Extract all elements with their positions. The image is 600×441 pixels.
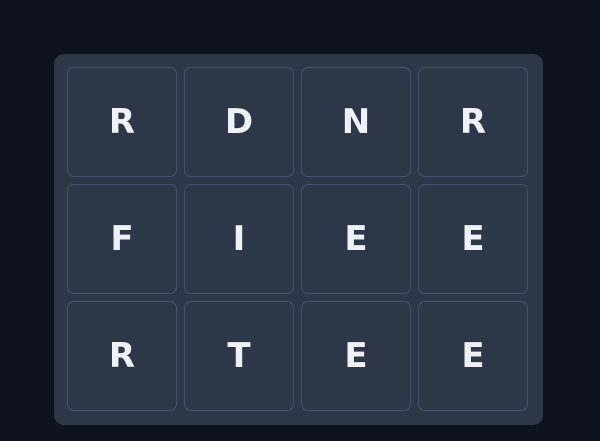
letter-tile[interactable]: R — [418, 67, 528, 177]
letter-tile[interactable]: T — [184, 301, 294, 411]
letter-tile[interactable]: F — [67, 184, 177, 294]
letter-tile[interactable]: R — [67, 301, 177, 411]
game-board: R D N R F I E E R T E E — [54, 54, 543, 425]
letter-tile[interactable]: R — [67, 67, 177, 177]
letter-tile[interactable]: E — [301, 184, 411, 294]
letter-tile[interactable]: E — [418, 301, 528, 411]
letter-tile[interactable]: N — [301, 67, 411, 177]
letter-grid: R D N R F I E E R T E E — [67, 67, 528, 411]
letter-tile[interactable]: E — [301, 301, 411, 411]
letter-tile[interactable]: D — [184, 67, 294, 177]
letter-tile[interactable]: E — [418, 184, 528, 294]
letter-tile[interactable]: I — [184, 184, 294, 294]
